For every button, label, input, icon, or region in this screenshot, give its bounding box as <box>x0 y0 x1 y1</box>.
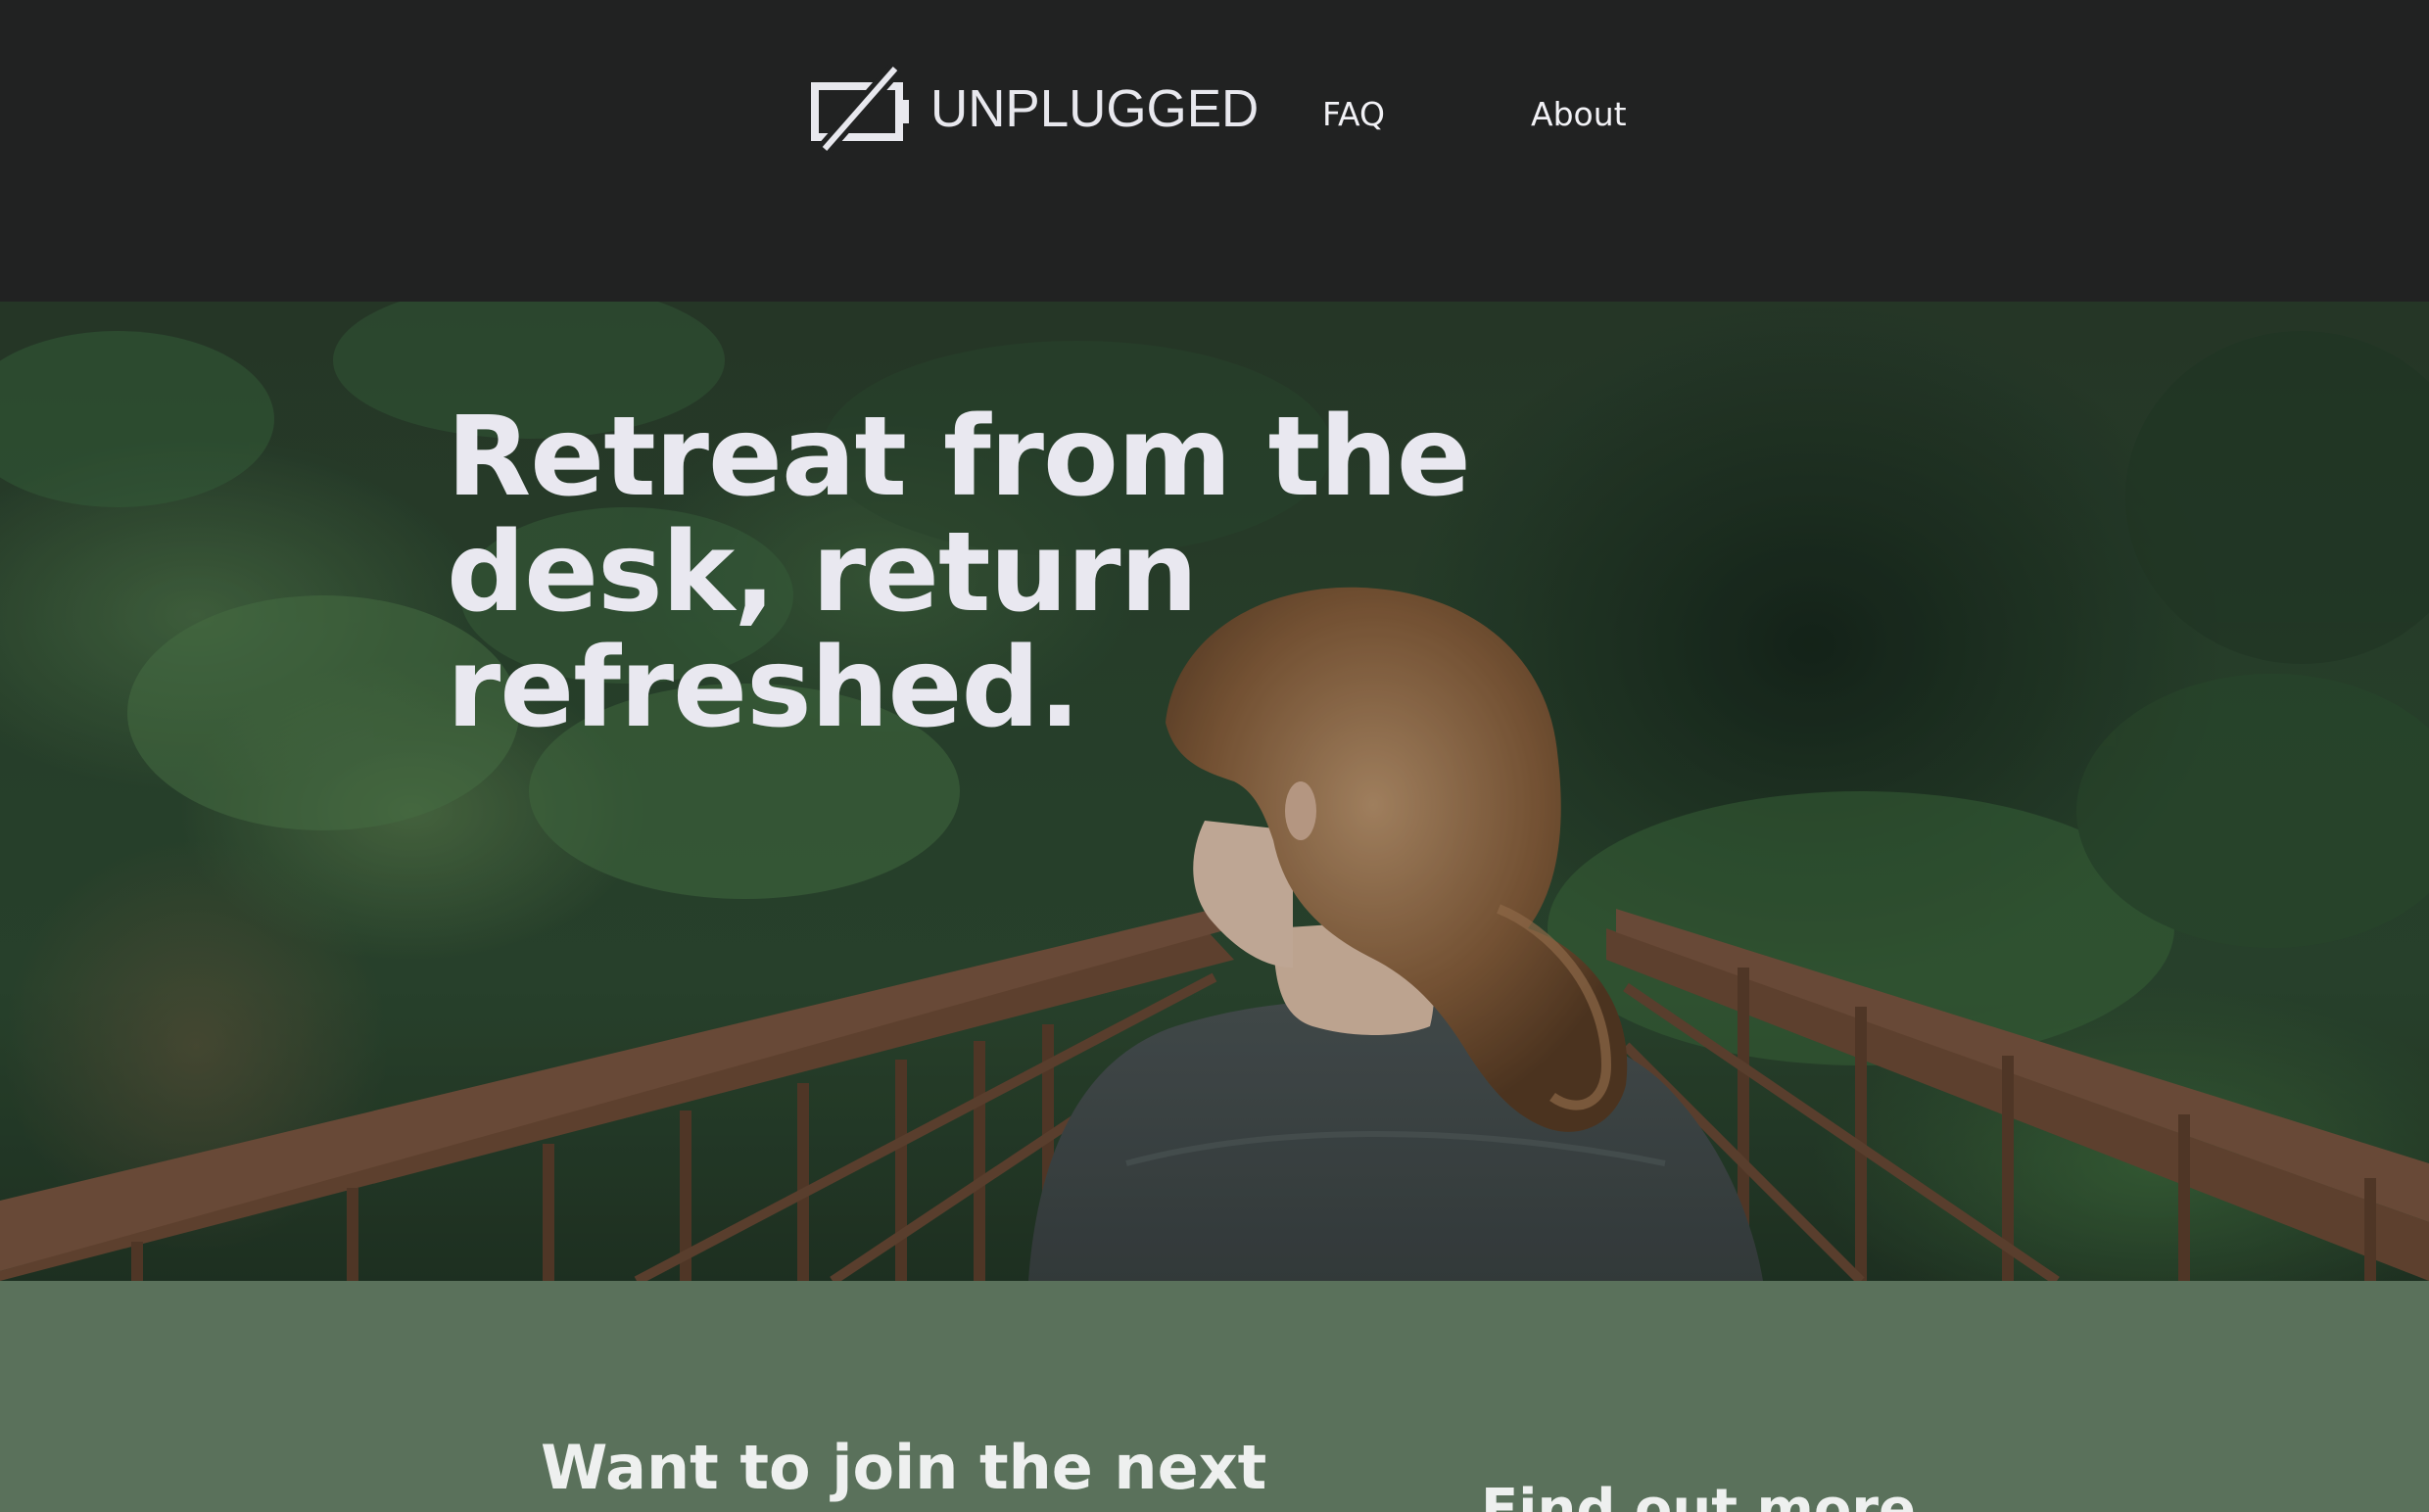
brand-name: UNPLUGGED <box>930 79 1260 138</box>
nav-link-about[interactable]: About <box>1531 98 1627 130</box>
brand-logo-link[interactable]: UNPLUGGED <box>811 65 1265 153</box>
find-out-more-heading: Find out more <box>1481 1478 1916 1512</box>
site-header: UNPLUGGED FAQ About <box>0 0 2429 302</box>
nav-link-faq[interactable]: FAQ <box>1322 98 1385 130</box>
hero-title: Retreat from the desk, return refreshed. <box>447 394 1471 752</box>
unplugged-battery-icon <box>811 65 909 153</box>
join-next-heading: Want to join the next <box>541 1432 1267 1503</box>
cta-band: Want to join the next Find out more <box>0 1281 2429 1512</box>
hero-section: Retreat from the desk, return refreshed. <box>0 302 2429 1281</box>
